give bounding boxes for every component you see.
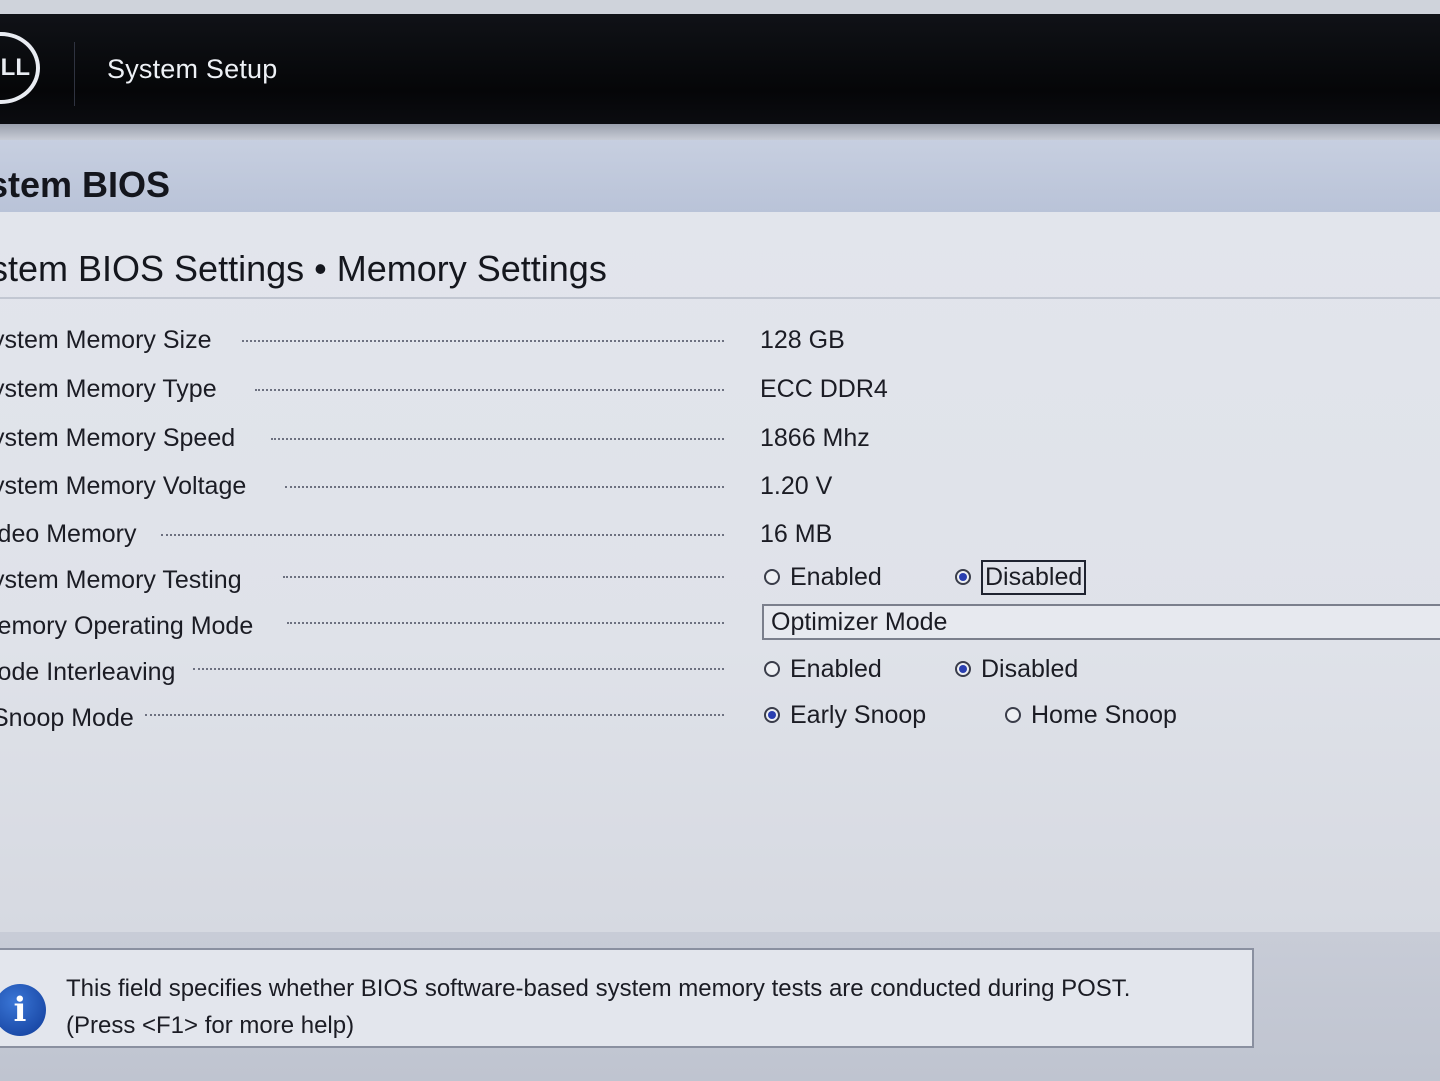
section-header: [0, 140, 1440, 212]
setting-row-snoop-mode: Snoop Mode Early Snoop Home Snoop: [0, 694, 1440, 740]
logo-text: LL: [0, 54, 30, 81]
dotted-leader: [161, 534, 724, 536]
setting-row-memory-voltage: ystem Memory Voltage 1.20 V: [0, 464, 1440, 510]
radio-label: Enabled: [790, 654, 882, 683]
setting-label: lode Interleaving: [0, 658, 176, 686]
memory-testing-enabled-radio[interactable]: Enabled: [764, 560, 882, 594]
section-title: stem BIOS: [0, 164, 171, 205]
dell-logo-icon: LL: [0, 32, 40, 104]
help-line-1: This field specifies whether BIOS softwa…: [66, 975, 1131, 1002]
dotted-leader: [287, 622, 724, 624]
node-interleaving-enabled-radio[interactable]: Enabled: [764, 652, 882, 686]
memory-testing-disabled-radio[interactable]: Disabled: [955, 559, 1087, 595]
top-bar: LL System Setup: [0, 14, 1440, 124]
setting-label: ystem Memory Testing: [0, 566, 242, 594]
dotted-leader: [283, 576, 724, 578]
setting-row-operating-mode: lemory Operating Mode Optimizer Mode: [0, 602, 1440, 648]
radio-label: Enabled: [790, 562, 882, 591]
radio-unselected-icon: [764, 661, 780, 677]
dotted-leader: [271, 438, 724, 440]
setting-row-node-interleaving: lode Interleaving Enabled Disabled: [0, 648, 1440, 694]
app-title: System Setup: [107, 54, 278, 84]
radio-selected-icon: [955, 661, 971, 677]
help-text: This field specifies whether BIOS softwa…: [66, 970, 1130, 1044]
setting-label: ystem Memory Speed: [0, 424, 236, 452]
node-interleaving-disabled-radio[interactable]: Disabled: [955, 652, 1078, 686]
radio-selected-icon: [955, 569, 971, 585]
snoop-mode-early-radio[interactable]: Early Snoop: [764, 698, 926, 732]
dotted-leader: [193, 668, 724, 670]
setting-row-memory-size: ystem Memory Size 128 GB: [0, 318, 1440, 364]
snoop-mode-home-radio[interactable]: Home Snoop: [1005, 698, 1177, 732]
setting-row-memory-speed: ystem Memory Speed 1866 Mhz: [0, 416, 1440, 462]
setting-label: ystem Memory Type: [0, 375, 217, 403]
dotted-leader: [242, 340, 724, 342]
setting-label: ystem Memory Voltage: [0, 472, 247, 500]
setting-value: 16 MB: [760, 520, 833, 548]
radio-unselected-icon: [764, 569, 780, 585]
radio-unselected-icon: [1005, 707, 1021, 723]
radio-label: Home Snoop: [1031, 700, 1177, 729]
dotted-leader: [285, 486, 724, 488]
setting-label: lemory Operating Mode: [0, 612, 254, 640]
breadcrumb: stem BIOS Settings • Memory Settings: [0, 248, 607, 289]
radio-label: Disabled: [981, 654, 1079, 683]
radio-label: Early Snoop: [790, 700, 927, 729]
logo-divider: [74, 42, 75, 106]
help-line-2: (Press <F1> for more help): [66, 1012, 355, 1039]
operating-mode-dropdown[interactable]: Optimizer Mode: [762, 604, 1440, 640]
setting-row-memory-testing: ystem Memory Testing Enabled Disabled: [0, 556, 1440, 602]
screen-top-edge: [0, 0, 1440, 14]
setting-value: 128 GB: [760, 326, 845, 354]
dotted-leader: [255, 389, 724, 391]
setting-value: ECC DDR4: [760, 375, 888, 403]
setting-row-memory-type: ystem Memory Type ECC DDR4: [0, 367, 1440, 413]
setting-label: ideo Memory: [0, 520, 137, 548]
dotted-leader: [145, 714, 724, 716]
setting-row-video-memory: ideo Memory 16 MB: [0, 512, 1440, 558]
topbar-shadow: [0, 124, 1440, 140]
breadcrumb-divider: [0, 297, 1440, 299]
setting-value: 1866 Mhz: [760, 424, 870, 452]
setting-value: 1.20 V: [760, 472, 833, 500]
setting-label: Snoop Mode: [0, 704, 134, 732]
radio-selected-icon: [764, 707, 780, 723]
radio-label: Disabled: [981, 559, 1087, 595]
setting-label: ystem Memory Size: [0, 326, 212, 354]
